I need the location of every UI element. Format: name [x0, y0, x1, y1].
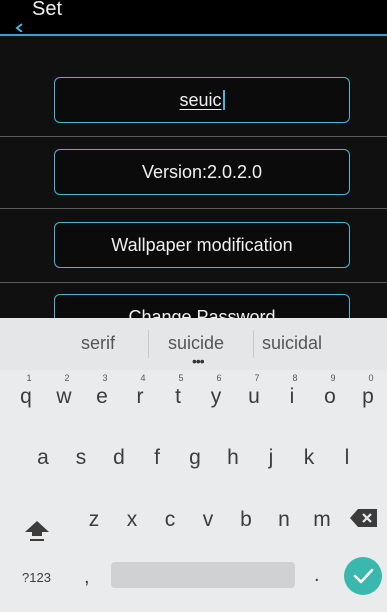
key-f[interactable]: f: [142, 446, 172, 470]
page-title: Set: [32, 0, 63, 20]
key-hint: 9: [330, 373, 336, 383]
key-l[interactable]: l: [332, 446, 362, 470]
key-k[interactable]: k: [294, 446, 324, 470]
checkmark-icon: [353, 568, 374, 584]
suggestion-suicidal[interactable]: suicidal: [262, 333, 322, 354]
key-x[interactable]: x: [117, 508, 147, 532]
key-d[interactable]: d: [104, 446, 134, 470]
key-hint: 1: [26, 373, 32, 383]
change-password-button[interactable]: Change Password: [54, 294, 350, 318]
comma-key[interactable]: ,: [84, 566, 90, 589]
key-z[interactable]: z: [79, 508, 109, 532]
key-hint: 6: [216, 373, 222, 383]
key-i[interactable]: i: [277, 385, 307, 409]
divider: [0, 282, 387, 283]
key-hint: 5: [178, 373, 184, 383]
divider: [0, 208, 387, 209]
key-g[interactable]: g: [180, 446, 210, 470]
key-y[interactable]: y: [201, 385, 231, 409]
period-key[interactable]: .: [314, 564, 320, 587]
more-suggestions-icon[interactable]: •••: [192, 354, 205, 368]
text-input-field[interactable]: seuic: [54, 77, 350, 123]
suggestion-serif[interactable]: serif: [81, 333, 115, 354]
key-j[interactable]: j: [256, 446, 286, 470]
suggestion-suicide[interactable]: suicide: [168, 333, 224, 354]
key-b[interactable]: b: [231, 508, 261, 532]
key-hint: 7: [254, 373, 260, 383]
key-e[interactable]: e: [87, 385, 117, 409]
key-p[interactable]: p: [353, 385, 383, 409]
key-hint: 8: [292, 373, 298, 383]
suggestion-separator: [253, 330, 254, 358]
symbols-key[interactable]: ?123: [22, 570, 51, 585]
enter-button[interactable]: [344, 557, 382, 595]
settings-screen: Set seuic Version:2.0.2.0 Wallpaper modi…: [0, 0, 387, 318]
key-hint: 2: [64, 373, 70, 383]
action-bar: Set: [0, 0, 387, 36]
wallpaper-modification-button[interactable]: Wallpaper modification: [54, 222, 350, 268]
backspace-icon[interactable]: [349, 507, 379, 529]
text-cursor: [222, 90, 225, 110]
key-hint: 4: [140, 373, 146, 383]
key-o[interactable]: o: [315, 385, 345, 409]
suggestion-separator: [148, 330, 149, 358]
back-icon[interactable]: [14, 18, 24, 32]
key-n[interactable]: n: [269, 508, 299, 532]
key-u[interactable]: u: [239, 385, 269, 409]
key-a[interactable]: a: [28, 446, 58, 470]
version-button[interactable]: Version:2.0.2.0: [54, 149, 350, 195]
space-bar[interactable]: [111, 562, 295, 588]
key-h[interactable]: h: [218, 446, 248, 470]
key-v[interactable]: v: [193, 508, 223, 532]
key-q[interactable]: q: [11, 385, 41, 409]
key-c[interactable]: c: [155, 508, 185, 532]
key-hint: 0: [368, 373, 374, 383]
key-r[interactable]: r: [125, 385, 155, 409]
suggestion-strip: serif suicide suicidal •••: [0, 318, 387, 370]
key-t[interactable]: t: [163, 385, 193, 409]
shift-icon[interactable]: [24, 520, 50, 542]
key-s[interactable]: s: [66, 446, 96, 470]
divider: [0, 136, 387, 137]
key-hint: 3: [102, 373, 108, 383]
key-m[interactable]: m: [307, 508, 337, 532]
key-w[interactable]: w: [49, 385, 79, 409]
input-value: seuic: [179, 89, 222, 110]
